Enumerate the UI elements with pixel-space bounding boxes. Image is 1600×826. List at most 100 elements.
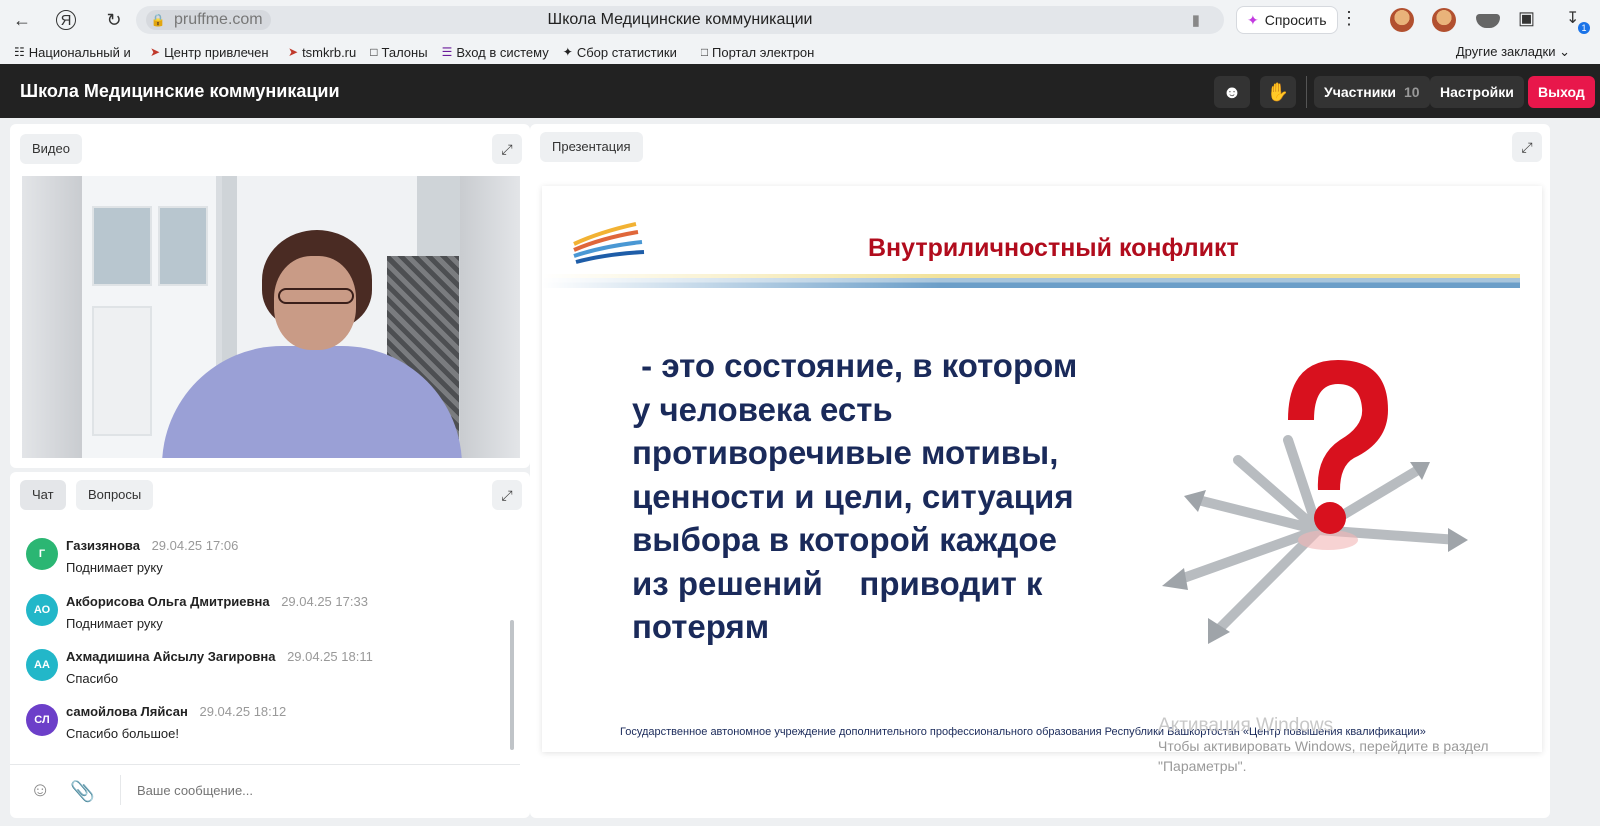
chat-message: АО Акборисова Ольга Дмитриевна 29.04.25 … <box>24 588 504 638</box>
participants-button[interactable]: Участники 10 <box>1314 76 1430 108</box>
watermark-line: "Параметры". <box>1158 758 1247 774</box>
expand-icon[interactable]: ⤢ <box>1512 132 1542 162</box>
bird-icon: ✦ <box>562 45 573 59</box>
tab-title: Школа Медицинские коммуникации <box>547 11 813 28</box>
more-menu-icon[interactable]: ⋮ <box>1340 8 1358 29</box>
emoji-icon[interactable]: ☺ <box>30 779 50 802</box>
book-logo-icon <box>573 222 645 264</box>
bookmark-item[interactable]: □ Талоны <box>370 45 427 60</box>
watermark-line: Чтобы активировать Windows, перейдите в … <box>1158 738 1489 754</box>
back-arrow-icon[interactable]: ← <box>8 6 36 34</box>
video-background <box>22 176 82 458</box>
other-bookmarks[interactable]: Другие закладки ⌄ <box>1456 44 1570 60</box>
extension-icon[interactable] <box>1476 14 1500 28</box>
expand-icon[interactable]: ⤢ <box>492 134 522 164</box>
tab-questions[interactable]: Вопросы <box>76 480 154 510</box>
message-author: Ахмадишина Айсылу Загировна <box>66 649 276 664</box>
ask-label: Спросить <box>1264 12 1327 28</box>
reload-icon[interactable]: ↻ <box>100 6 128 34</box>
exit-label: Выход <box>1538 84 1585 100</box>
avatar: АО <box>26 594 58 626</box>
ask-button[interactable]: ✦ Спросить <box>1236 6 1338 34</box>
chat-scrollbar[interactable] <box>510 620 514 750</box>
slide-title: Внутриличностный конфликт <box>868 234 1239 262</box>
participants-count: 10 <box>1403 84 1420 100</box>
exit-button[interactable]: Выход <box>1528 76 1595 108</box>
chat-composer: ☺ 📎 <box>10 764 520 814</box>
bookmark-label: Национальный и <box>28 44 131 60</box>
video-stream[interactable] <box>22 176 520 458</box>
raise-hand-button[interactable]: ✋ <box>1260 76 1296 108</box>
avatar: АА <box>26 649 58 681</box>
collections-icon[interactable]: ▣ <box>1518 8 1542 32</box>
chat-message-input[interactable] <box>120 775 500 805</box>
slide-line: противоречивые мотивы, <box>632 434 1059 471</box>
download-badge: 1 <box>1578 22 1590 34</box>
tab-chat[interactable]: Чат <box>20 480 66 510</box>
video-background <box>460 176 520 458</box>
chat-panel: Чат Вопросы ⤢ Г Газизянова 29.04.25 17:0… <box>10 472 530 818</box>
emoji-button[interactable]: ☻ <box>1214 76 1250 108</box>
bookmark-label: Талоны <box>381 44 428 60</box>
chat-message-header: Газизянова 29.04.25 17:06 <box>66 538 238 553</box>
message-author: Газизянова <box>66 538 140 553</box>
participants-label: Участники <box>1324 84 1396 100</box>
bookmark-item[interactable]: ➤ Центр привлечен <box>150 45 274 60</box>
red-arrows-icon: ➤ <box>288 45 299 59</box>
building-icon: ☷ <box>14 45 25 59</box>
bookmark-item[interactable]: ☷ Национальный и <box>14 45 136 60</box>
yandex-icon[interactable]: Я <box>56 10 76 30</box>
browser-toolbar: ← Я ↻ 🔒 pruffme.com Школа Медицинские ко… <box>0 0 1600 40</box>
bookmarks-bar: ☷ Национальный и ➤ Центр привлечен ➤ tsm… <box>0 40 1600 64</box>
extension-icon[interactable] <box>1432 8 1456 32</box>
chat-message-list[interactable]: Г Газизянова 29.04.25 17:06 Поднимает ру… <box>24 532 508 756</box>
tab-video[interactable]: Видео <box>20 134 82 164</box>
bookmark-item[interactable]: □ Портал электрон <box>701 45 825 60</box>
avatar: СЛ <box>26 704 58 736</box>
chat-message: АА Ахмадишина Айсылу Загировна 29.04.25 … <box>24 643 504 693</box>
page-icon: □ <box>700 45 708 59</box>
message-time: 29.04.25 17:33 <box>281 594 368 609</box>
video-panel: Видео ⤢ <box>10 124 530 468</box>
bookmark-item[interactable]: ☰ Вход в систему <box>442 45 549 60</box>
app-header: Школа Медицинские коммуникации ☻ ✋ Участ… <box>0 64 1600 118</box>
message-author: самойлова Ляйсан <box>66 704 188 719</box>
slide-body-text: - это состояние, в котором у человека ес… <box>632 344 1152 649</box>
message-text: Поднимает руку <box>66 560 163 575</box>
smile-icon: ☻ <box>1222 81 1242 102</box>
bookmark-item[interactable]: ➤ tsmkrb.ru <box>288 45 356 60</box>
message-text: Поднимает руку <box>66 616 163 631</box>
chat-message: Г Газизянова 29.04.25 17:06 Поднимает ру… <box>24 532 504 582</box>
bookmark-label: Портал электрон <box>712 44 815 60</box>
slide-line: из решений приводит к <box>632 564 1043 602</box>
message-time: 29.04.25 18:11 <box>287 649 373 664</box>
bars-icon: ☰ <box>441 45 453 59</box>
settings-button[interactable]: Настройки <box>1430 76 1524 108</box>
chat-message-header: самойлова Ляйсан 29.04.25 18:12 <box>66 704 286 719</box>
question-mark-arrows-icon <box>1162 360 1468 644</box>
tab-presentation[interactable]: Презентация <box>540 132 643 162</box>
windows-activation-watermark: Активация Windows Чтобы активировать Win… <box>1158 716 1489 776</box>
bookmark-label: Сбор статистики <box>576 44 677 60</box>
bookmark-item[interactable]: ✦ Сбор статистики <box>563 45 687 60</box>
avatar: Г <box>26 538 58 570</box>
page-title: Школа Медицинские коммуникации <box>20 80 340 101</box>
bookmark-icon[interactable]: ▮ <box>1192 11 1200 29</box>
page-icon: □ <box>370 45 378 59</box>
video-speaker <box>278 288 354 304</box>
message-author: Акборисова Ольга Дмитриевна <box>66 594 270 609</box>
header-divider <box>1306 76 1307 108</box>
paperclip-icon[interactable]: 📎 <box>70 779 95 804</box>
bookmark-label: tsmkrb.ru <box>302 44 357 60</box>
hand-icon: ✋ <box>1266 81 1290 102</box>
chat-message-header: Акборисова Ольга Дмитриевна 29.04.25 17:… <box>66 594 368 609</box>
chat-message: СЛ самойлова Ляйсан 29.04.25 18:12 Спаси… <box>24 698 504 748</box>
expand-icon[interactable]: ⤢ <box>492 480 522 510</box>
address-bar[interactable]: 🔒 pruffme.com Школа Медицинские коммуник… <box>136 6 1224 34</box>
message-text: Спасибо <box>66 671 119 686</box>
watermark-title: Активация Windows <box>1158 715 1334 736</box>
chevron-down-icon: ⌄ <box>1559 44 1570 59</box>
ask-icon: ✦ <box>1247 11 1259 28</box>
bookmark-label: Центр привлечен <box>164 44 269 60</box>
extension-icon[interactable] <box>1390 8 1414 32</box>
